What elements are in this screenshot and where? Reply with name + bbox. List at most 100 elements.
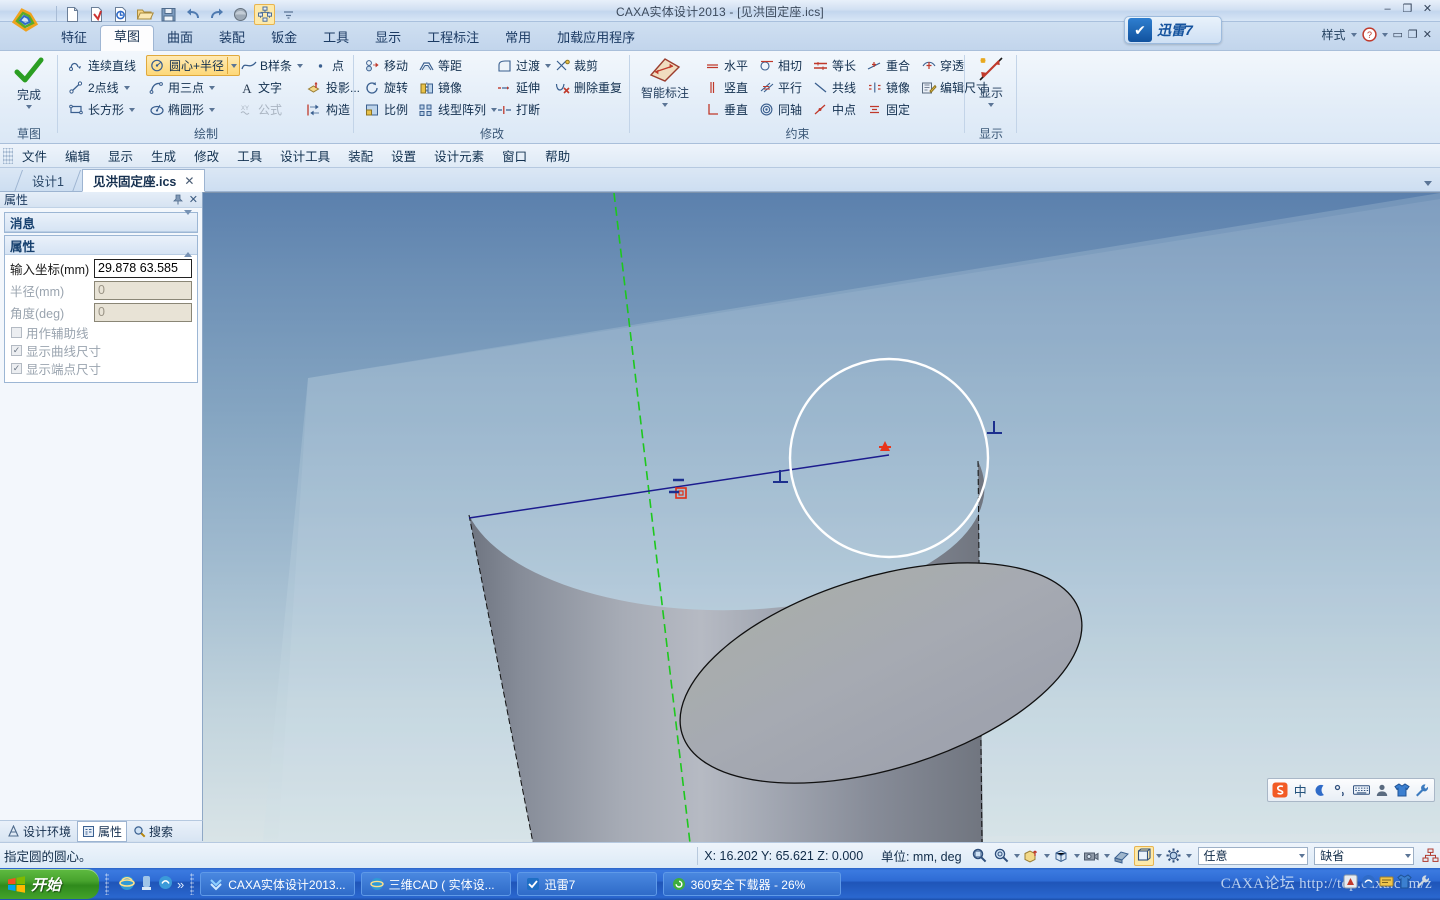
- checkbox-row-curve-dim[interactable]: ✓ 显示曲线尺寸: [8, 341, 194, 359]
- tab-banjin[interactable]: 钣金: [258, 26, 310, 51]
- modify-scale[interactable]: 比例: [362, 99, 410, 120]
- menu-help[interactable]: 帮助: [536, 144, 579, 167]
- menu-settings[interactable]: 设置: [382, 144, 425, 167]
- snap-mode-combo[interactable]: 任意: [1198, 847, 1309, 865]
- tray-icon-4[interactable]: [1397, 874, 1412, 892]
- tray-icon-2[interactable]: [1361, 874, 1376, 892]
- doctab-close-icon[interactable]: ✕: [184, 174, 194, 188]
- angle-input[interactable]: 0: [94, 303, 192, 322]
- render-style-chevron-down-icon[interactable]: [1044, 854, 1050, 858]
- 3d-viewport[interactable]: 中: [203, 192, 1440, 842]
- rectangle-chevron-down-icon[interactable]: [129, 108, 135, 112]
- skin-icon[interactable]: [1394, 782, 1410, 799]
- bspline-chevron-down-icon[interactable]: [297, 64, 303, 68]
- modify-mirror[interactable]: 镜像: [416, 77, 464, 98]
- menu-modify[interactable]: 修改: [185, 144, 228, 167]
- taskbar-item-xunlei[interactable]: 迅雷7: [517, 872, 657, 896]
- tab-qumian[interactable]: 曲面: [154, 26, 206, 51]
- checkbox-row-endpoint-dim[interactable]: ✓ 显示端点尺寸: [8, 359, 194, 377]
- tab-tezheng[interactable]: 特征: [48, 26, 100, 51]
- doctab-design1[interactable]: 设计1: [22, 170, 74, 191]
- style-chevron-down-icon[interactable]: [1351, 33, 1357, 37]
- punctuation-icon[interactable]: [1332, 782, 1348, 799]
- constraint-tangent[interactable]: 相切: [756, 55, 804, 76]
- draw-bspline[interactable]: B样条: [238, 55, 305, 76]
- user-icon[interactable]: [1374, 782, 1390, 799]
- draw-ellipse[interactable]: 椭圆形: [146, 99, 217, 120]
- finish-sketch-button[interactable]: 完成: [2, 57, 56, 109]
- constraint-vertical[interactable]: 竖直: [702, 77, 750, 98]
- three-point-arc-chevron-down-icon[interactable]: [209, 86, 215, 90]
- layer-chevron-down-icon[interactable]: [1405, 854, 1411, 858]
- help-chevron-down-icon[interactable]: [1382, 33, 1388, 37]
- render-style-icon[interactable]: [1022, 846, 1042, 866]
- section-properties-chevron-up-icon[interactable]: [184, 238, 192, 252]
- panel-tab-design-environment[interactable]: 设计环境: [3, 822, 75, 841]
- two-point-line-chevron-down-icon[interactable]: [124, 86, 130, 90]
- minimize-button[interactable]: –: [1381, 3, 1394, 16]
- endpoint-dimension-checkbox[interactable]: ✓: [11, 363, 22, 374]
- panel-tab-properties[interactable]: 属性: [77, 821, 127, 842]
- circle-chevron-down-icon[interactable]: [231, 64, 237, 68]
- constraint-coincident[interactable]: 重合: [864, 55, 912, 76]
- wireframe-box-chevron-down-icon[interactable]: [1156, 854, 1162, 858]
- draw-point[interactable]: 点: [310, 55, 346, 76]
- close-button[interactable]: ✕: [1421, 3, 1434, 16]
- qat-more-icon[interactable]: [278, 4, 299, 25]
- construction-checkbox[interactable]: [11, 327, 22, 338]
- camera-chevron-down-icon[interactable]: [1104, 854, 1110, 858]
- coordinates-input[interactable]: 29.878 63.585: [94, 259, 192, 278]
- zoom-fit-chevron-down-icon[interactable]: [1014, 854, 1020, 858]
- section-message-header[interactable]: 消息: [5, 213, 197, 232]
- modify-offset[interactable]: 等距: [416, 55, 464, 76]
- constraint-concentric[interactable]: 同轴: [756, 99, 804, 120]
- smart-dimension-chevron-down-icon[interactable]: [662, 103, 668, 107]
- open-recent-icon[interactable]: [110, 4, 131, 25]
- checkbox-row-construction[interactable]: 用作辅助线: [8, 323, 194, 341]
- tab-xianshi[interactable]: 显示: [362, 26, 414, 51]
- network-icon[interactable]: [1420, 846, 1440, 866]
- snap-mode-chevron-down-icon[interactable]: [1299, 854, 1305, 858]
- render-icon[interactable]: [230, 4, 251, 25]
- modify-break[interactable]: 打断: [494, 99, 542, 120]
- display-button[interactable]: 显示: [965, 55, 1017, 107]
- restore-button[interactable]: ❐: [1401, 3, 1414, 16]
- draw-three-point-arc[interactable]: 用三点: [146, 77, 217, 98]
- xunlei-overlay[interactable]: ✔ 迅雷7: [1124, 16, 1222, 44]
- modify-linear-pattern[interactable]: 线型阵列: [416, 99, 499, 120]
- new-icon[interactable]: [62, 4, 83, 25]
- panel-tab-search[interactable]: 搜索: [129, 822, 177, 841]
- wireframe-box-icon[interactable]: [1134, 846, 1154, 866]
- draw-text[interactable]: A 文字: [236, 77, 284, 98]
- redo-icon[interactable]: [206, 4, 227, 25]
- undo-icon[interactable]: [182, 4, 203, 25]
- constraint-horizontal[interactable]: 水平: [702, 55, 750, 76]
- view-cube-icon[interactable]: [1052, 846, 1072, 866]
- style-label[interactable]: 样式: [1321, 26, 1345, 43]
- properties-panel-close-icon[interactable]: ✕: [189, 193, 198, 206]
- tray-icon-5[interactable]: [1415, 874, 1430, 892]
- menu-design-elements[interactable]: 设计元素: [425, 144, 493, 167]
- settings-gear-icon[interactable]: [1164, 846, 1184, 866]
- help-icon[interactable]: ?: [1362, 27, 1377, 42]
- tab-gongju[interactable]: 工具: [310, 26, 362, 51]
- section-properties-header[interactable]: 属性: [5, 236, 197, 255]
- quicklaunch-more-icon[interactable]: »: [177, 877, 184, 892]
- menu-edit[interactable]: 编辑: [56, 144, 99, 167]
- menu-window[interactable]: 窗口: [493, 144, 536, 167]
- ribbon-close-button[interactable]: ✕: [1423, 28, 1432, 41]
- menu-file[interactable]: 文件: [13, 144, 56, 167]
- halfwidth-icon[interactable]: [1312, 782, 1328, 799]
- radius-input[interactable]: 0: [94, 281, 192, 300]
- constraint-symmetric[interactable]: 镜像: [864, 77, 912, 98]
- new-from-template-icon[interactable]: [86, 4, 107, 25]
- smart-dimension-button[interactable]: 智能标注: [634, 55, 696, 107]
- ribbon-restore-button[interactable]: ❐: [1408, 28, 1418, 41]
- tab-gongchengbiaozhu[interactable]: 工程标注: [414, 26, 492, 51]
- constraint-parallel[interactable]: 平行: [756, 77, 804, 98]
- sogou-ime-bar[interactable]: 中: [1267, 778, 1435, 802]
- sogou-logo-icon[interactable]: [1272, 782, 1288, 799]
- settings-chevron-down-icon[interactable]: [1186, 854, 1192, 858]
- view-cube-chevron-down-icon[interactable]: [1074, 854, 1080, 858]
- shading-icon[interactable]: [1112, 846, 1132, 866]
